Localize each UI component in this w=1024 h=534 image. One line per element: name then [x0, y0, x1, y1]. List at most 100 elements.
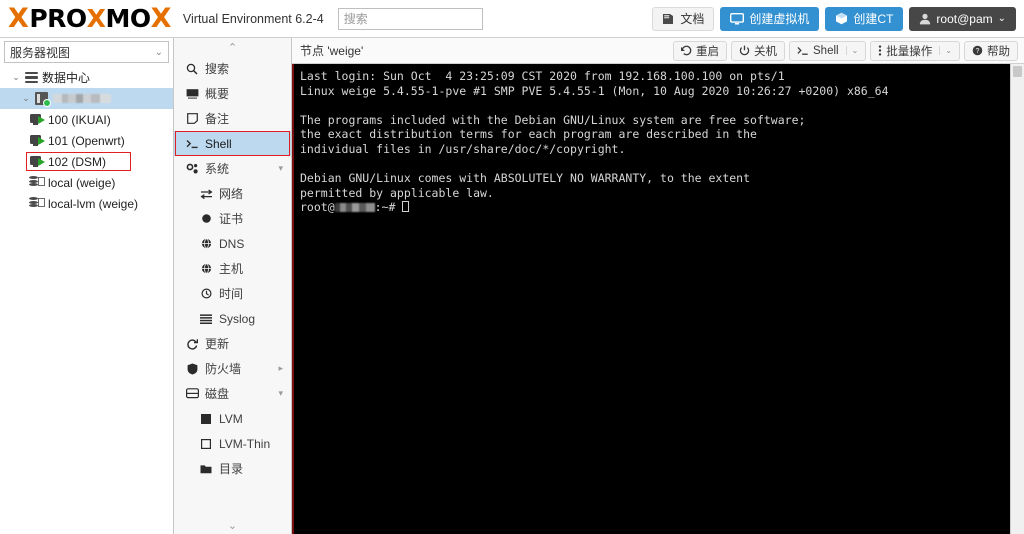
terminal-container: Last login: Sun Oct 4 23:25:09 CST 2020 …	[292, 64, 1024, 534]
menu-item-lvm-thin[interactable]: LVM-Thin	[174, 431, 291, 456]
shield-icon	[184, 363, 200, 375]
dns-icon	[198, 238, 214, 249]
menu-item-label: 系统	[205, 162, 230, 176]
chevron-right-icon[interactable]: ▸	[278, 363, 283, 374]
terminal-line-6: individual files in /usr/share/doc/*/cop…	[300, 141, 626, 156]
tree-item-vm-101[interactable]: 101 (Openwrt)	[0, 130, 173, 151]
menu-item-firewall[interactable]: 防火墙 ▸	[174, 356, 291, 381]
terminal-scrollbar[interactable]	[1010, 64, 1024, 534]
notes-icon	[184, 113, 200, 124]
shell-terminal[interactable]: Last login: Sun Oct 4 23:25:09 CST 2020 …	[292, 64, 1010, 534]
menu-item-system[interactable]: 系统 ▾	[174, 156, 291, 181]
menu-item-summary[interactable]: 概要	[174, 81, 291, 106]
menu-item-label: 备注	[205, 112, 230, 126]
menu-item-label: 搜索	[205, 62, 230, 76]
lvmthin-icon	[198, 438, 214, 449]
menu-item-time[interactable]: 时间	[174, 281, 291, 306]
menu-item-label: Syslog	[219, 311, 256, 326]
menu-item-certificates[interactable]: 证书	[174, 206, 291, 231]
search-icon	[184, 63, 200, 75]
menu-item-label: DNS	[219, 236, 245, 251]
top-bar-actions: 文档 创建虚拟机 创建CT root@pam ⌄	[652, 6, 1016, 31]
menu-item-label: 更新	[205, 337, 230, 351]
terminal-icon	[184, 139, 200, 149]
user-menu-label: root@pam	[936, 11, 993, 26]
logo-text-mo: MO	[105, 4, 151, 33]
page-title: 节点 'weige'	[300, 44, 364, 58]
proxmox-logo: X PRO X MO X	[8, 3, 171, 34]
menu-item-disks[interactable]: 磁盘 ▾	[174, 381, 291, 406]
chevron-down-icon: ⌄	[154, 46, 163, 58]
disk-icon	[184, 388, 200, 399]
search-input[interactable]	[337, 7, 483, 30]
menu-item-dns[interactable]: DNS	[174, 231, 291, 256]
tree-item-datacenter[interactable]: ⌄ 数据中心	[0, 67, 173, 88]
shutdown-button[interactable]: 关机	[731, 40, 786, 61]
docs-button[interactable]: 文档	[652, 6, 715, 31]
menu-item-hosts[interactable]: 主机	[174, 256, 291, 281]
vm-icon	[28, 134, 46, 147]
logo-text-x2: X	[150, 3, 172, 34]
restart-label: 重启	[696, 45, 720, 58]
datacenter-icon	[22, 71, 40, 84]
help-icon: ?	[972, 45, 983, 56]
menu-item-shell[interactable]: Shell	[174, 131, 291, 156]
create-ct-label: 创建CT	[853, 12, 894, 26]
terminal-icon	[797, 46, 809, 56]
logo-text-pro: PRO	[29, 4, 87, 33]
menu-item-search[interactable]: 搜索	[174, 56, 291, 81]
clock-icon	[198, 288, 214, 299]
create-ct-button[interactable]: 创建CT	[825, 6, 904, 31]
svg-text:?: ?	[976, 48, 980, 55]
content-panel: 节点 'weige' 重启 关机 Shell ⌄ 批量操作 ⌄ ? 帮助 Las…	[292, 38, 1024, 534]
syslog-icon	[198, 313, 214, 324]
menu-item-label: LVM-Thin	[219, 436, 271, 451]
user-menu-button[interactable]: root@pam ⌄	[909, 6, 1016, 31]
menu-item-label: 网络	[219, 187, 244, 201]
power-icon	[739, 45, 750, 56]
system-icon	[184, 163, 200, 175]
docs-label: 文档	[680, 12, 705, 26]
menu-item-network[interactable]: 网络	[174, 181, 291, 206]
logo-text-x: X	[86, 4, 106, 33]
menu-item-syslog[interactable]: Syslog	[174, 306, 291, 331]
bulk-actions-button[interactable]: 批量操作 ⌄	[870, 40, 960, 61]
shell-label: Shell	[813, 44, 839, 57]
menu-item-label: 主机	[219, 262, 244, 276]
chevron-down-icon[interactable]: ▾	[278, 163, 283, 174]
chevron-down-icon[interactable]: ⌄	[845, 46, 858, 55]
shell-button[interactable]: Shell ⌄	[789, 40, 867, 61]
menu-item-label: 磁盘	[205, 387, 230, 401]
create-vm-button[interactable]: 创建虚拟机	[720, 6, 820, 31]
tree-item-label: 100 (IKUAI)	[48, 112, 111, 127]
tree-item-label: 数据中心	[42, 71, 91, 85]
help-button[interactable]: ? 帮助	[964, 40, 1018, 61]
node-menu-list: 搜索 概要 备注 Shell 系统 ▾ 网络 证书 DNS 主机 时间 Sysl…	[174, 56, 291, 516]
node-menu-panel: ⌃ 搜索 概要 备注 Shell 系统 ▾ 网络 证书 DNS 主机 时间 Sy…	[174, 38, 292, 534]
tree-item-vm-102[interactable]: 102 (DSM)	[0, 151, 173, 172]
terminal-scrollbar-thumb[interactable]	[1013, 66, 1022, 77]
twisty-icon[interactable]: ⌄	[20, 93, 32, 104]
tree-item-vm-100[interactable]: 100 (IKUAI)	[0, 109, 173, 130]
menu-scroll-down-button[interactable]: ⌄	[174, 516, 291, 534]
menu-item-lvm[interactable]: LVM	[174, 406, 291, 431]
twisty-icon[interactable]: ⌄	[10, 72, 22, 83]
restart-button[interactable]: 重启	[673, 40, 728, 61]
menu-item-notes[interactable]: 备注	[174, 106, 291, 131]
menu-item-label: 时间	[219, 287, 244, 301]
help-label: 帮助	[987, 45, 1010, 58]
tree-item-storage-local-lvm[interactable]: local-lvm (weige)	[0, 193, 173, 214]
folder-icon	[198, 464, 214, 474]
view-selector[interactable]: 服务器视图 ⌄	[4, 41, 169, 63]
terminal-line-5: the exact distribution terms for each pr…	[300, 127, 757, 142]
menu-scroll-up-button[interactable]: ⌃	[174, 38, 291, 56]
tree-item-storage-local[interactable]: local (weige)	[0, 172, 173, 193]
prompt-user: root@	[300, 200, 335, 215]
menu-item-updates[interactable]: 更新	[174, 331, 291, 356]
chevron-down-icon[interactable]: ⌄	[939, 46, 952, 55]
restart-icon	[681, 45, 692, 56]
menu-item-directory[interactable]: 目录	[174, 456, 291, 481]
chevron-down-icon[interactable]: ▾	[278, 388, 283, 399]
tree-item-node[interactable]: ⌄	[0, 88, 173, 109]
server-tree-panel: 服务器视图 ⌄ ⌄ 数据中心 ⌄ 100 (IKUAI) 101 (Openwr…	[0, 38, 174, 534]
